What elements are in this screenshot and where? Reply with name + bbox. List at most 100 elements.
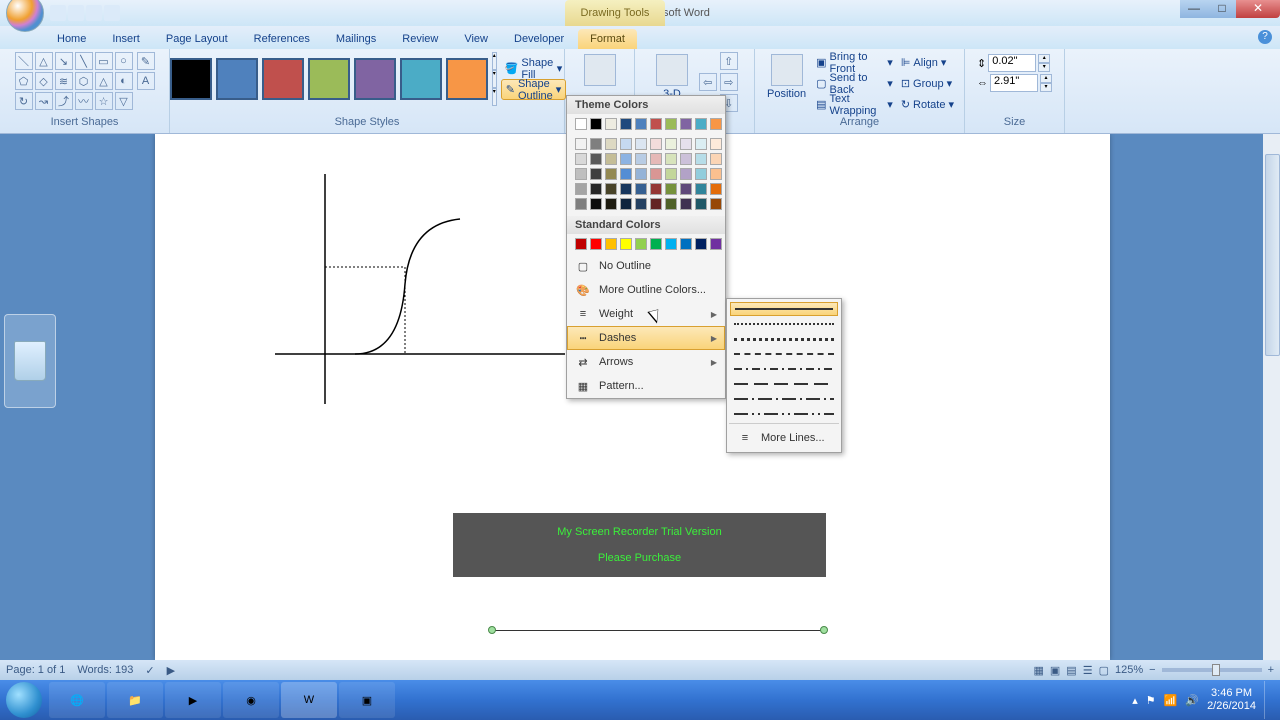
color-swatch[interactable] xyxy=(710,153,722,165)
qat-undo-icon[interactable] xyxy=(68,5,84,21)
bring-to-front-button[interactable]: ▣ Bring to Front ▾ xyxy=(812,52,897,73)
styles-scroll-down[interactable]: ▾ xyxy=(492,70,497,88)
tray-network-icon[interactable]: 📶 xyxy=(1164,694,1178,707)
view-draft-icon[interactable]: ▢ xyxy=(1099,664,1109,677)
style-swatch[interactable] xyxy=(354,58,396,100)
help-icon[interactable]: ? xyxy=(1258,30,1272,44)
zoom-slider[interactable] xyxy=(1162,668,1262,672)
dash-long-dash[interactable] xyxy=(730,377,838,391)
more-lines-item[interactable]: ≡More Lines... xyxy=(729,426,839,450)
selected-line-shape[interactable] xyxy=(492,628,824,634)
qat-redo-icon[interactable] xyxy=(86,5,102,21)
height-input[interactable]: 0.02" xyxy=(988,54,1036,72)
color-swatch[interactable] xyxy=(665,238,677,250)
tab-developer[interactable]: Developer xyxy=(502,29,576,49)
group-button[interactable]: ⊡ Group ▾ xyxy=(897,73,958,94)
color-swatch[interactable] xyxy=(620,153,632,165)
tab-review[interactable]: Review xyxy=(390,29,450,49)
color-swatch[interactable] xyxy=(680,238,692,250)
styles-scroll-up[interactable]: ▴ xyxy=(492,52,497,70)
dash-long-dash-dot[interactable] xyxy=(730,392,838,406)
start-button[interactable] xyxy=(0,680,48,720)
color-swatch[interactable] xyxy=(650,198,662,210)
view-print-layout-icon[interactable]: ▦ xyxy=(1033,664,1043,677)
color-swatch[interactable] xyxy=(710,198,722,210)
color-swatch[interactable] xyxy=(575,168,587,180)
dash-long-dash-dot-dot[interactable] xyxy=(730,407,838,421)
color-swatch[interactable] xyxy=(635,118,647,130)
color-swatch[interactable] xyxy=(695,153,707,165)
status-page[interactable]: Page: 1 of 1 xyxy=(6,664,65,676)
color-swatch[interactable] xyxy=(710,168,722,180)
arrows-item[interactable]: ⇄Arrows▶ xyxy=(567,350,725,374)
color-swatch[interactable] xyxy=(695,138,707,150)
color-swatch[interactable] xyxy=(680,198,692,210)
width-input[interactable]: 2.91" xyxy=(990,74,1038,92)
taskbar-explorer-icon[interactable]: 📁 xyxy=(107,682,163,718)
color-swatch[interactable] xyxy=(695,238,707,250)
zoom-level[interactable]: 125% xyxy=(1115,664,1143,676)
color-swatch[interactable] xyxy=(635,198,647,210)
tab-references[interactable]: References xyxy=(242,29,322,49)
width-down[interactable]: ▾ xyxy=(1040,83,1052,92)
color-swatch[interactable] xyxy=(605,138,617,150)
color-swatch[interactable] xyxy=(605,153,617,165)
tray-show-hidden-icon[interactable]: ▴ xyxy=(1132,694,1138,707)
color-swatch[interactable] xyxy=(590,183,602,195)
color-swatch[interactable] xyxy=(695,183,707,195)
qat-save-icon[interactable] xyxy=(50,5,66,21)
shape-outline-button[interactable]: ✎Shape Outline ▾ xyxy=(501,79,567,100)
styles-more[interactable]: ▾ xyxy=(492,88,497,106)
tray-volume-icon[interactable]: 🔊 xyxy=(1185,694,1199,707)
color-swatch[interactable] xyxy=(680,153,692,165)
dash-round-dot[interactable] xyxy=(730,317,838,331)
pattern-item[interactable]: ▦Pattern... xyxy=(567,374,725,398)
dash-solid[interactable] xyxy=(730,302,838,316)
tab-mailings[interactable]: Mailings xyxy=(324,29,388,49)
maximize-button[interactable]: □ xyxy=(1208,0,1236,18)
rotate-button[interactable]: ↻ Rotate ▾ xyxy=(897,94,958,115)
color-swatch[interactable] xyxy=(650,238,662,250)
view-outline-icon[interactable]: ☰ xyxy=(1083,664,1093,677)
color-swatch[interactable] xyxy=(710,183,722,195)
color-swatch[interactable] xyxy=(710,138,722,150)
weight-item[interactable]: ≡Weight▶ xyxy=(567,302,725,326)
selection-handle-right[interactable] xyxy=(820,626,828,634)
text-wrapping-button[interactable]: ▤ Text Wrapping ▾ xyxy=(812,94,897,115)
tilt-left-icon[interactable]: ⇦ xyxy=(699,73,717,91)
edit-shape-icon[interactable]: ✎ xyxy=(137,52,155,70)
shape-styles-gallery[interactable] xyxy=(168,56,490,102)
color-swatch[interactable] xyxy=(635,238,647,250)
style-swatch[interactable] xyxy=(446,58,488,100)
color-swatch[interactable] xyxy=(650,183,662,195)
color-swatch[interactable] xyxy=(620,138,632,150)
color-swatch[interactable] xyxy=(665,198,677,210)
color-swatch[interactable] xyxy=(575,198,587,210)
more-outline-colors-item[interactable]: 🎨More Outline Colors... xyxy=(567,278,725,302)
tab-page-layout[interactable]: Page Layout xyxy=(154,29,240,49)
color-swatch[interactable] xyxy=(680,168,692,180)
close-button[interactable]: ✕ xyxy=(1236,0,1280,18)
view-web-layout-icon[interactable]: ▤ xyxy=(1066,664,1076,677)
shadow-effects-button[interactable] xyxy=(578,52,622,90)
dash-square-dot[interactable] xyxy=(730,332,838,346)
color-swatch[interactable] xyxy=(605,118,617,130)
no-outline-item[interactable]: ▢No Outline xyxy=(567,254,725,278)
color-swatch[interactable] xyxy=(665,118,677,130)
height-up[interactable]: ▴ xyxy=(1038,54,1050,63)
dash-dash[interactable] xyxy=(730,347,838,361)
dash-dash-dot[interactable] xyxy=(730,362,838,376)
color-swatch[interactable] xyxy=(590,198,602,210)
show-desktop-button[interactable] xyxy=(1264,681,1272,719)
color-swatch[interactable] xyxy=(650,138,662,150)
color-swatch[interactable] xyxy=(650,153,662,165)
vertical-scrollbar[interactable] xyxy=(1263,134,1280,660)
color-swatch[interactable] xyxy=(620,183,632,195)
view-full-screen-icon[interactable]: ▣ xyxy=(1050,664,1060,677)
color-swatch[interactable] xyxy=(620,118,632,130)
style-swatch[interactable] xyxy=(262,58,304,100)
color-swatch[interactable] xyxy=(650,118,662,130)
align-button[interactable]: ⊫ Align ▾ xyxy=(897,52,958,73)
color-swatch[interactable] xyxy=(575,138,587,150)
color-swatch[interactable] xyxy=(590,138,602,150)
